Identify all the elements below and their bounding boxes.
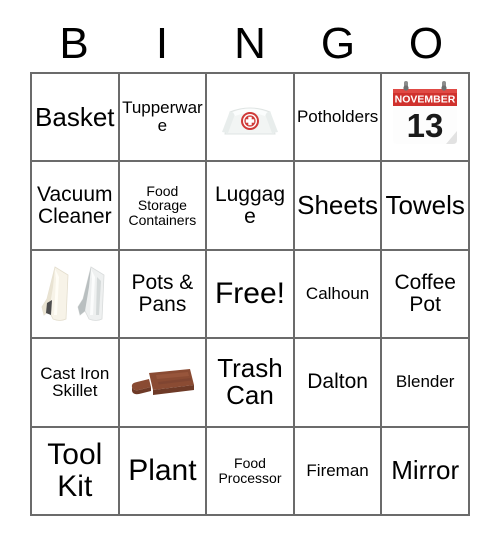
bingo-cell-label: Trash Can (217, 353, 283, 411)
bingo-grid: Basket Tupperware Potholders NOVEMBER 13… (30, 72, 470, 516)
bingo-cell-label: Tupperware (122, 98, 203, 136)
bingo-cell-label: Basket (35, 101, 115, 132)
bingo-cell-label: Potholders (296, 107, 379, 127)
bingo-cell-label: Vacuum Cleaner (37, 182, 113, 228)
bingo-cell-g2[interactable]: Sheets (294, 162, 383, 251)
bingo-header: B I N G O (30, 18, 470, 70)
cutting-board-icon (122, 341, 204, 423)
bingo-cell-o3[interactable]: Coffee Pot (382, 250, 470, 340)
bingo-cell-b5[interactable]: Tool Kit (32, 427, 120, 516)
header-letter-n: N (234, 19, 266, 68)
bingo-cell-label: Cast Iron Skillet (40, 363, 110, 401)
bingo-cell-o4[interactable]: Blender (382, 339, 470, 428)
header-letter-g: G (320, 19, 356, 68)
bingo-cell-label: Food Processor (218, 455, 282, 486)
bingo-cell-b2[interactable]: Vacuum Cleaner (32, 162, 120, 251)
bingo-cell-n1[interactable] (207, 74, 295, 163)
nurse-cap-icon (209, 76, 291, 158)
bingo-cell-label: Dalton (307, 370, 368, 394)
calendar-day-text: 13 (407, 107, 444, 144)
bingo-cell-g4[interactable]: Dalton (294, 339, 383, 428)
bingo-cell-g1[interactable]: Potholders (294, 74, 383, 163)
bingo-cell-i5[interactable]: Plant (119, 427, 208, 516)
bingo-cell-o2[interactable]: Towels (382, 162, 470, 251)
bingo-cell-label: Coffee Pot (394, 270, 456, 316)
bingo-cell-g5[interactable]: Fireman (294, 427, 383, 516)
header-letter-o: O (408, 19, 444, 68)
bingo-cell-label: Pots & Pans (131, 270, 194, 316)
bingo-cell-b4[interactable]: Cast Iron Skillet (32, 339, 120, 428)
bingo-cell-i4[interactable] (119, 339, 208, 428)
bingo-cell-label: Blender (395, 372, 455, 392)
bingo-cell-n4[interactable]: Trash Can (207, 339, 295, 428)
bingo-cell-b1[interactable]: Basket (32, 74, 120, 163)
bingo-cell-label: Mirror (391, 455, 460, 486)
bingo-cell-n2[interactable]: Luggage (207, 162, 295, 251)
bingo-cell-i3[interactable]: Pots & Pans (119, 250, 208, 340)
bingo-cell-label: Luggage (214, 182, 286, 228)
bingo-cell-g3[interactable]: Calhoun (294, 250, 383, 340)
bingo-cell-n5[interactable]: Food Processor (207, 427, 295, 516)
header-letter-b: B (59, 19, 89, 68)
bingo-cell-n3-free[interactable]: Free! (207, 250, 295, 340)
bingo-cell-i2[interactable]: Food Storage Containers (119, 162, 208, 251)
bingo-cell-label: Food Storage Containers (128, 182, 197, 228)
bingo-cell-label: Fireman (306, 460, 369, 480)
hanging-towels-icon (34, 253, 116, 335)
bingo-card: B I N G O Basket Tupperware Potholders N… (0, 0, 500, 544)
calendar-month-text: NOVEMBER (395, 94, 456, 106)
bingo-cell-i1[interactable]: Tupperware (119, 74, 208, 163)
bingo-cell-label: Tool Kit (47, 438, 103, 503)
bingo-cell-label: Towels (385, 189, 465, 220)
header-letter-i: I (155, 19, 169, 68)
bingo-cell-label: Sheets (297, 189, 379, 220)
bingo-cell-b3[interactable] (32, 250, 120, 340)
calendar-icon: NOVEMBER 13 (384, 76, 466, 158)
bingo-cell-o5[interactable]: Mirror (382, 427, 470, 516)
bingo-cell-o1[interactable]: NOVEMBER 13 (382, 74, 470, 163)
bingo-cell-label: Calhoun (305, 284, 370, 304)
bingo-cell-label: Plant (128, 454, 197, 488)
bingo-cell-label: Free! (214, 277, 285, 311)
